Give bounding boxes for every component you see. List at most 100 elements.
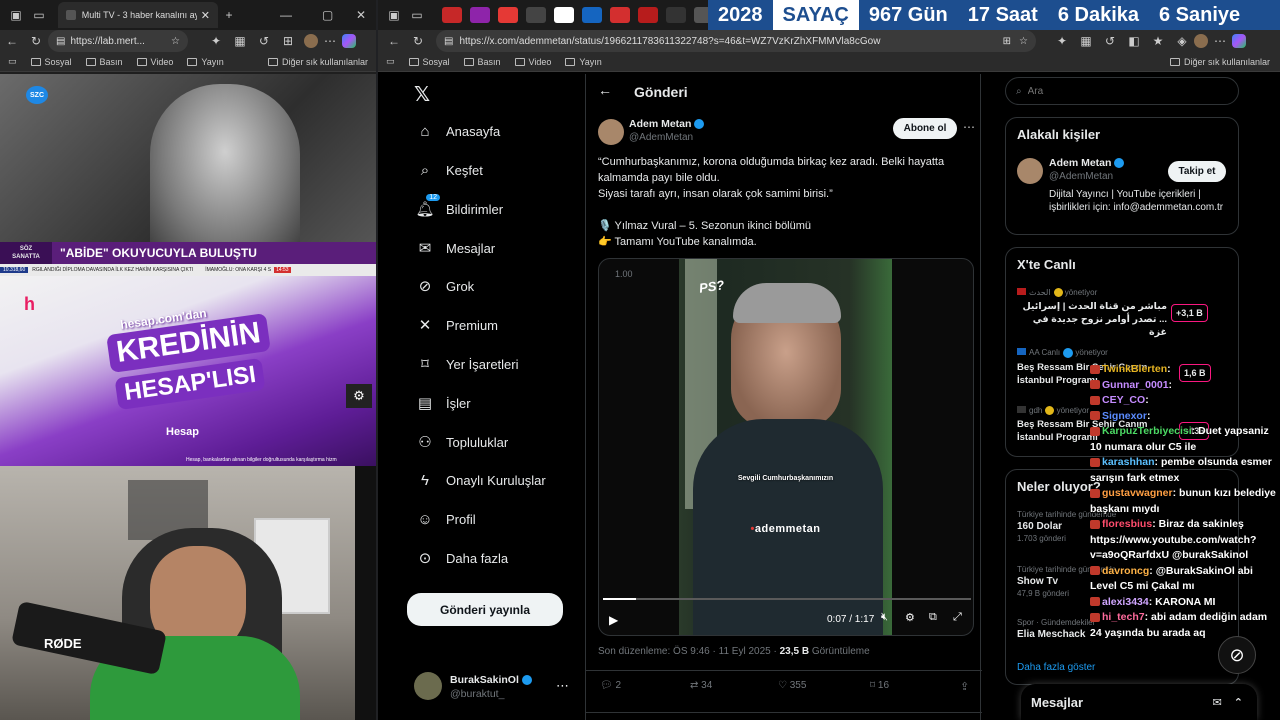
fav-item[interactable]: Basın	[463, 57, 501, 67]
fav-item[interactable]: Sosyal	[30, 57, 72, 67]
grok-float-icon[interactable]: ⊘	[1218, 636, 1256, 674]
fullscreen-icon[interactable]: ⤢	[953, 611, 962, 624]
like-button[interactable]: ♡ 355	[778, 680, 806, 691]
back-icon[interactable]: ←	[0, 34, 24, 48]
pinned-tab[interactable]	[498, 7, 518, 23]
subscribe-button[interactable]: Abone ol	[893, 118, 957, 139]
fav-item[interactable]: Video	[136, 57, 173, 67]
profile-avatar[interactable]	[304, 34, 318, 48]
x-logo-icon[interactable]: 𝕏	[414, 82, 430, 107]
extension2-icon[interactable]: ▦	[228, 34, 252, 48]
pinned-tab[interactable]	[610, 7, 630, 23]
user-account[interactable]: BurakSakinOl @buraktut_	[450, 674, 532, 700]
app-available-icon[interactable]: ⊞	[1003, 36, 1011, 47]
search-input[interactable]	[1027, 85, 1208, 97]
tv-ad[interactable]: h hesap.com'dan KREDİNİN HESAP'LISI Hesa…	[0, 276, 376, 466]
nav-messages[interactable]: ✉ Mesajlar	[416, 236, 495, 260]
nav-explore[interactable]: ⌕ Keşfet	[416, 158, 483, 182]
share-icon[interactable]: ⇪	[960, 680, 969, 693]
fav-item[interactable]: Yayın	[187, 57, 224, 67]
new-tab-icon[interactable]: +	[218, 8, 240, 22]
menu-dots-icon[interactable]: ⋯	[1208, 34, 1232, 48]
show-more-link[interactable]: Daha fazla göster	[1017, 662, 1095, 673]
extension3-icon[interactable]: ↺	[252, 34, 276, 48]
post-more-icon[interactable]: ⋯	[963, 120, 975, 134]
nav-verified-orgs[interactable]: ϟ Onaylı Kuruluşlar	[416, 468, 546, 492]
menu-dots-icon[interactable]: ⋯	[318, 34, 342, 48]
copilot-icon[interactable]	[1232, 34, 1246, 48]
nav-home[interactable]: ⌂ Anasayfa	[416, 119, 500, 143]
fav-item[interactable]: Video	[514, 57, 551, 67]
author-name-row[interactable]: Adem Metan	[629, 118, 705, 130]
workspace-icon[interactable]: ▣	[4, 8, 28, 22]
nav-premium[interactable]: ✕ Premium	[416, 313, 498, 337]
favorite-star-icon[interactable]: ☆	[1019, 36, 1028, 47]
extension-icon[interactable]: ✦	[204, 34, 228, 48]
maximize-icon[interactable]: ▢	[322, 8, 333, 22]
fav-item[interactable]: Basın	[85, 57, 123, 67]
extension3-icon[interactable]: ↺	[1098, 34, 1122, 48]
fav-item[interactable]: Sosyal	[408, 57, 450, 67]
extension4-icon[interactable]: ⊞	[276, 34, 300, 48]
other-favorites[interactable]: Diğer sık kullanılanlar	[1169, 57, 1270, 67]
nav-communities[interactable]: ⚇ Topluluklar	[416, 430, 508, 454]
favorites-toggle-icon[interactable]: ▭	[8, 56, 17, 67]
favorites-toggle-icon[interactable]: ▭	[386, 56, 395, 67]
favorite-star-icon[interactable]: ☆	[171, 36, 180, 47]
close-tab-icon[interactable]: ✕	[201, 9, 210, 22]
site-info-icon[interactable]: ▤	[444, 36, 453, 47]
minimize-icon[interactable]: —	[280, 8, 292, 22]
video-progress-track[interactable]	[603, 598, 971, 600]
back-arrow-icon[interactable]: ←	[598, 82, 612, 98]
workspace-icon[interactable]: ▣	[382, 8, 406, 22]
nav-bookmarks[interactable]: ⌑ Yer İşaretleri	[416, 352, 518, 376]
video-player[interactable]: 1.00 PS? Sevgili Cumhurbaşkanımızın •ade…	[598, 258, 974, 636]
nav-notifications[interactable]: 🔔︎ 12 Bildirimler	[415, 194, 503, 221]
play-icon[interactable]: ▶	[609, 613, 618, 627]
favorites-icon[interactable]: ★	[1146, 34, 1170, 48]
author-avatar[interactable]	[598, 119, 624, 145]
fav-item[interactable]: Yayın	[565, 57, 602, 67]
pip-icon[interactable]: ⧉	[929, 611, 937, 624]
profile-avatar[interactable]	[1194, 34, 1208, 48]
live-item[interactable]: الحدث yönetiyor مباشر من قناة الحدث | إس…	[1017, 288, 1231, 338]
tab-actions-icon[interactable]: ▭	[406, 8, 428, 22]
user-avatar[interactable]	[414, 672, 442, 700]
pinned-tab[interactable]	[470, 7, 490, 23]
repost-button[interactable]: ⇄ 34	[690, 680, 712, 691]
other-favorites[interactable]: Diğer sık kullanılanlar	[267, 57, 368, 67]
nav-grok[interactable]: ⊘ Grok	[416, 274, 474, 298]
account-menu-icon[interactable]: ⋯	[556, 678, 569, 694]
copilot-icon[interactable]	[342, 34, 356, 48]
pinned-tab[interactable]	[526, 7, 546, 23]
nav-profile[interactable]: ☺ Profil	[416, 507, 475, 531]
pinned-tab[interactable]	[442, 7, 462, 23]
tab-multitv[interactable]: Multi TV - 3 haber kanalını aynı a ✕	[58, 2, 218, 28]
video-settings-icon[interactable]: ⚙	[905, 611, 915, 624]
refresh-icon[interactable]: ↻	[406, 34, 430, 48]
follow-button[interactable]: Takip et	[1168, 161, 1226, 182]
tab-actions-icon[interactable]: ▭	[28, 8, 50, 22]
pinned-tab[interactable]	[638, 7, 658, 23]
related-name-row[interactable]: Adem Metan	[1049, 157, 1125, 169]
nav-more[interactable]: ⊙ Daha fazla	[416, 546, 508, 570]
close-window-icon[interactable]: ✕	[356, 8, 366, 22]
browser-essentials-icon[interactable]: ◈	[1170, 34, 1194, 48]
refresh-icon[interactable]: ↻	[24, 34, 48, 48]
mute-icon[interactable]: 🔇︎	[881, 611, 888, 624]
split-screen-icon[interactable]: ◧	[1122, 34, 1146, 48]
extension-icon[interactable]: ✦	[1050, 34, 1074, 48]
settings-gear-icon[interactable]: ⚙	[346, 384, 372, 408]
left-url-field[interactable]: ▤ https://lab.mert... ☆	[48, 30, 188, 52]
pinned-tab[interactable]	[582, 7, 602, 23]
post-button[interactable]: Gönderi yayınla	[407, 593, 563, 626]
back-icon[interactable]: ←	[382, 34, 406, 48]
tv-video-frame[interactable]: SZC	[0, 74, 376, 242]
pinned-tab[interactable]	[666, 7, 686, 23]
nav-jobs[interactable]: ▤ İşler	[416, 391, 471, 415]
pinned-tab[interactable]	[554, 7, 574, 23]
reply-button[interactable]: 💬︎ 2	[600, 680, 621, 691]
related-avatar[interactable]	[1017, 158, 1043, 184]
site-info-icon[interactable]: ▤	[56, 36, 65, 47]
search-box[interactable]: ⌕	[1005, 77, 1239, 105]
